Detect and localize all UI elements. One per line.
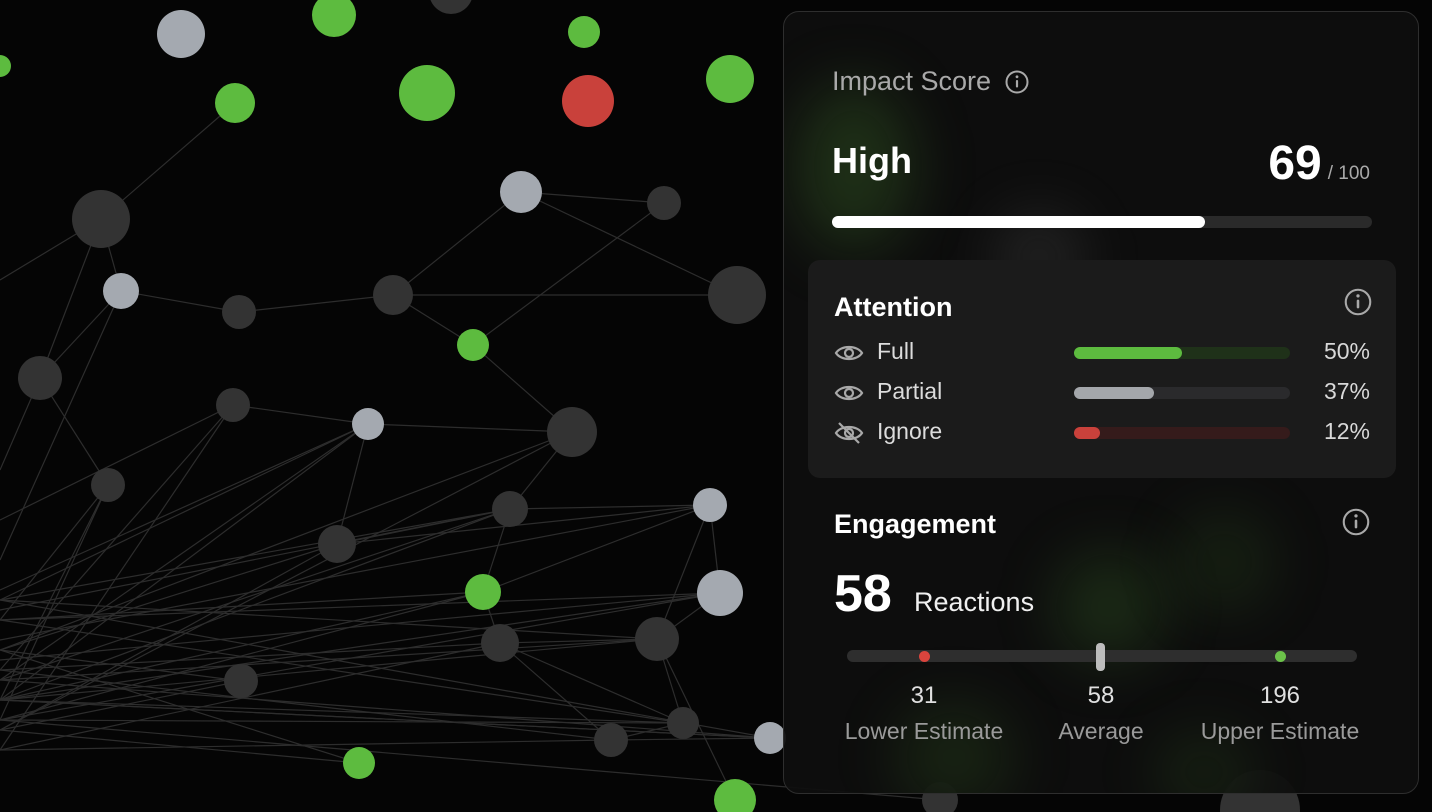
- graph-edge: [0, 619, 684, 724]
- info-icon[interactable]: [1342, 508, 1370, 536]
- graph-edge: [392, 191, 522, 296]
- attention-bar-fill: [1074, 427, 1100, 439]
- upper-estimate-marker: [1275, 651, 1286, 662]
- graph-edge: [0, 638, 658, 681]
- attention-label: Full: [877, 338, 915, 364]
- attention-bar: [1074, 427, 1290, 439]
- attention-row-ignore: Ignore 12%: [834, 418, 1370, 448]
- graph-node: [352, 408, 384, 440]
- impact-level: High: [832, 140, 912, 181]
- attention-row-full: Full 50%: [834, 338, 1370, 368]
- upper-estimate-value: 196: [1259, 682, 1301, 709]
- graph-edge: [0, 719, 684, 724]
- impact-score-title: Impact Score: [832, 66, 992, 96]
- attention-bar: [1074, 347, 1290, 359]
- graph-node: [318, 525, 356, 563]
- graph-edge: [0, 592, 721, 661]
- graph-edge: [0, 404, 234, 521]
- eye-off-icon: [834, 420, 864, 446]
- average-marker-handle: [1096, 643, 1105, 671]
- attention-label: Ignore: [877, 418, 943, 444]
- graph-node: [500, 171, 542, 213]
- attention-card: Attention Full 50% Partial 37% Ignore 12…: [808, 260, 1396, 478]
- score-max: / 100: [1327, 163, 1370, 184]
- graph-edge: [0, 504, 711, 641]
- graph-node: [103, 273, 139, 309]
- graph-node: [647, 186, 681, 220]
- score-number: 69: [1268, 137, 1322, 190]
- attention-value: 12%: [1323, 418, 1370, 444]
- graph-node: [562, 75, 614, 127]
- graph-node: [18, 356, 62, 400]
- graph-node: [343, 747, 375, 779]
- lower-estimate-value: 31: [910, 682, 938, 709]
- graph-node: [224, 664, 258, 698]
- graph-node: [594, 723, 628, 757]
- graph-edge: [238, 294, 394, 313]
- graph-edge: [0, 404, 234, 751]
- graph-edge: [520, 191, 665, 204]
- graph-node: [457, 329, 489, 361]
- attention-value: 50%: [1323, 338, 1370, 364]
- graph-node: [708, 266, 766, 324]
- upper-estimate-label: Upper Estimate: [1200, 718, 1360, 744]
- graph-node: [222, 295, 256, 329]
- graph-node: [312, 0, 356, 37]
- graph-edge: [0, 739, 612, 751]
- graph-node: [697, 570, 743, 616]
- graph-node: [465, 574, 501, 610]
- graph-node: [667, 707, 699, 739]
- graph-node: [706, 55, 754, 103]
- impact-score-bar-fill: [832, 216, 1205, 228]
- attention-row-partial: Partial 37%: [834, 378, 1370, 408]
- graph-edge: [0, 290, 122, 561]
- attention-label: Partial: [877, 378, 943, 404]
- graph-node: [492, 491, 528, 527]
- graph-node: [547, 407, 597, 457]
- graph-edge: [0, 642, 501, 671]
- info-icon[interactable]: [1005, 70, 1029, 94]
- attention-bar-fill: [1074, 347, 1182, 359]
- graph-node: [72, 190, 130, 248]
- graph-node: [568, 16, 600, 48]
- info-icon[interactable]: [1344, 288, 1372, 316]
- engagement-value: 58: [834, 565, 892, 623]
- graph-node: [0, 55, 11, 77]
- eye-icon: [834, 340, 864, 366]
- impact-score-panel: Impact Score High 69/ 100 Attention Full…: [783, 11, 1419, 794]
- graph-node: [216, 388, 250, 422]
- graph-node: [481, 624, 519, 662]
- graph-node: [635, 617, 679, 661]
- graph-node: [430, 0, 472, 14]
- graph-edge: [232, 404, 369, 425]
- graph-edge: [472, 202, 665, 346]
- graph-edge: [520, 191, 738, 296]
- attention-bar: [1074, 387, 1290, 399]
- impact-score-bar: [832, 216, 1372, 228]
- graph-edge: [367, 423, 573, 433]
- graph-node: [91, 468, 125, 502]
- lower-estimate-marker: [919, 651, 930, 662]
- graph-node: [373, 275, 413, 315]
- graph-node: [215, 83, 255, 123]
- impact-score-header: Impact Score: [832, 66, 1029, 97]
- attention-value: 37%: [1323, 378, 1370, 404]
- graph-edge: [0, 592, 721, 721]
- engagement-title: Engagement: [834, 509, 997, 539]
- average-value: 58: [1087, 682, 1115, 709]
- eye-icon: [834, 380, 864, 406]
- engagement-unit: Reactions: [914, 587, 1035, 617]
- attention-title: Attention: [834, 292, 953, 322]
- graph-node: [399, 65, 455, 121]
- graph-node: [754, 722, 786, 754]
- graph-edge: [0, 423, 369, 591]
- graph-node: [693, 488, 727, 522]
- graph-edge: [0, 543, 338, 651]
- attention-bar-fill: [1074, 387, 1154, 399]
- graph-node: [157, 10, 205, 58]
- impact-score-value: 69/ 100: [1268, 136, 1370, 191]
- graph-edge: [610, 737, 771, 741]
